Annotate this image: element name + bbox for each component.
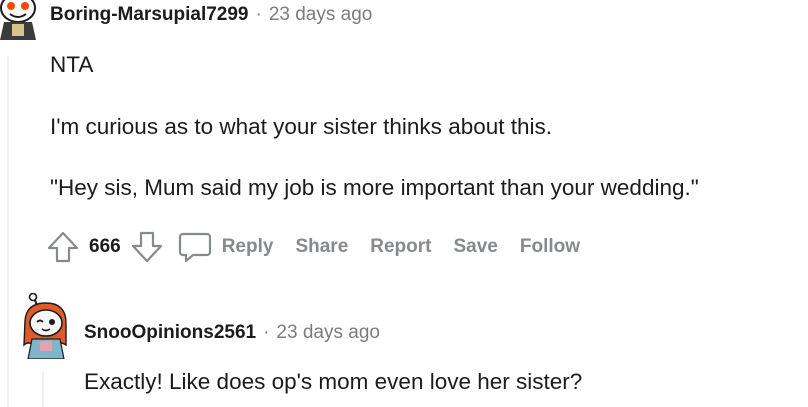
upvote-button[interactable] — [46, 230, 80, 264]
upvote-arrow-icon — [47, 231, 79, 263]
snoo-avatar-icon — [23, 292, 67, 360]
meta-separator: · — [263, 322, 270, 343]
comment-paragraph: NTA — [50, 52, 94, 77]
comment-paragraph: I'm curious as to what your sister think… — [50, 114, 553, 139]
author-username[interactable]: Boring-Marsupial7299 — [50, 4, 249, 26]
author-username[interactable]: SnooOpinions2561 — [84, 322, 256, 344]
comment-timestamp[interactable]: 23 days ago — [269, 4, 373, 26]
comment-meta: Boring-Marsupial7299 · 23 days ago — [50, 4, 372, 26]
comment-timestamp[interactable]: 23 days ago — [276, 322, 380, 344]
reply-button[interactable]: Reply — [178, 230, 274, 264]
meta-separator: · — [255, 4, 262, 25]
snoo-avatar-icon — [0, 0, 36, 40]
share-button[interactable]: Share — [295, 236, 348, 258]
downvote-button[interactable] — [130, 230, 164, 264]
avatar[interactable] — [20, 292, 70, 360]
avatar[interactable] — [0, 0, 40, 40]
comment-paragraph: "Hey sis, Mum said my job is more import… — [50, 175, 699, 200]
comment-action-bar: 666 Reply Share Report Save Follow — [46, 229, 580, 265]
comment-meta: SnooOpinions2561 · 23 days ago — [84, 322, 380, 344]
reply-label[interactable]: Reply — [222, 236, 274, 258]
report-button[interactable]: Report — [370, 236, 431, 258]
thread-line-nested[interactable] — [42, 372, 44, 407]
vote-score: 666 — [89, 236, 121, 257]
comment-paragraph: Exactly! Like does op's mom even love he… — [84, 369, 583, 394]
speech-bubble-icon — [178, 232, 211, 263]
follow-button[interactable]: Follow — [520, 236, 580, 258]
downvote-arrow-icon — [131, 231, 162, 263]
save-button[interactable]: Save — [454, 236, 498, 258]
thread-line[interactable] — [7, 56, 9, 407]
